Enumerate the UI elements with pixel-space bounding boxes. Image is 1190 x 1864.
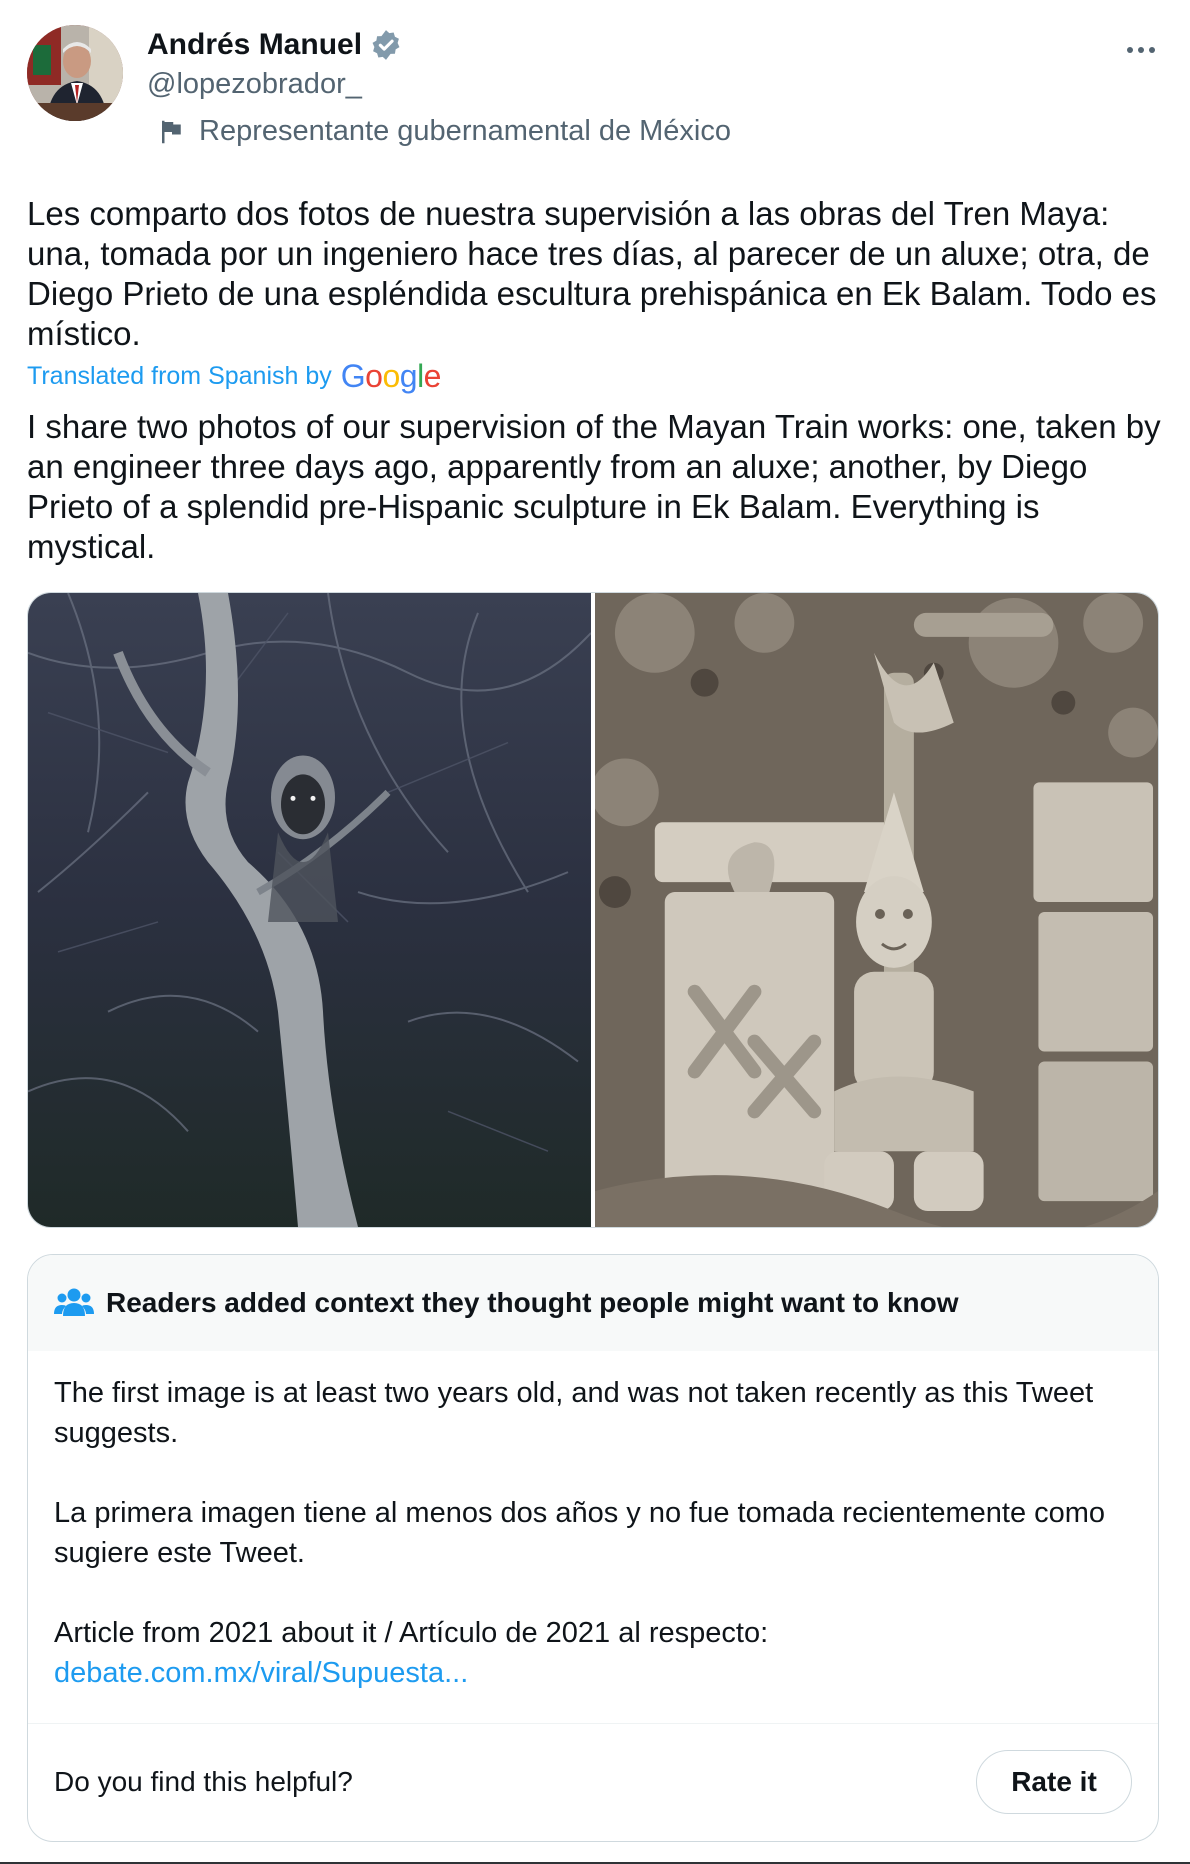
note-source-link[interactable]: debate.com.mx/viral/Supuesta... xyxy=(54,1657,468,1689)
translation-attribution[interactable]: Translated from Spanish by Google xyxy=(27,358,441,395)
note-paragraph-source: Article from 2021 about it / Artículo de… xyxy=(54,1613,1134,1693)
community-note-footer: Do you find this helpful? Rate it xyxy=(54,1723,1132,1841)
rate-it-button[interactable]: Rate it xyxy=(976,1750,1132,1814)
author-handle[interactable]: @lopezobrador_ xyxy=(147,68,362,101)
aluxe-tree-photo[interactable] xyxy=(28,593,591,1227)
more-options-icon[interactable] xyxy=(1119,35,1163,65)
author-avatar[interactable] xyxy=(27,25,123,121)
community-note: Readers added context they thought peopl… xyxy=(27,1254,1159,1842)
google-logo: Google xyxy=(340,358,442,394)
flag-icon xyxy=(157,117,187,147)
tweet-text: Les comparto dos fotos de nuestra superv… xyxy=(27,195,1157,352)
author-name-row[interactable]: Andrés Manuel xyxy=(147,28,403,62)
government-affiliation-label: Representante gubernamental de México xyxy=(157,115,731,148)
ek-balam-sculpture-photo[interactable] xyxy=(595,593,1158,1227)
tweet-header: Andrés Manuel @lopezobrador_ Representan… xyxy=(27,25,1163,155)
author-name[interactable]: Andrés Manuel xyxy=(147,28,362,62)
community-note-body: The first image is at least two years ol… xyxy=(54,1373,1134,1693)
people-icon xyxy=(54,1286,94,1320)
note-source-label: Article from 2021 about it / Artículo de… xyxy=(54,1617,769,1649)
translated-tweet-text: I share two photos of our supervision of… xyxy=(27,408,1161,565)
community-note-header: Readers added context they thought peopl… xyxy=(28,1255,1158,1351)
community-note-title: Readers added context they thought peopl… xyxy=(106,1287,959,1318)
note-paragraph-english: The first image is at least two years ol… xyxy=(54,1377,1094,1449)
verified-government-badge-icon xyxy=(369,28,403,62)
government-label-text: Representante gubernamental de México xyxy=(199,115,731,147)
translated-label: Translated from Spanish by xyxy=(27,362,332,390)
helpful-question: Do you find this helpful? xyxy=(54,1766,353,1797)
tweet-media-grid xyxy=(27,592,1159,1228)
note-paragraph-spanish: La primera imagen tiene al menos dos año… xyxy=(54,1497,1106,1569)
